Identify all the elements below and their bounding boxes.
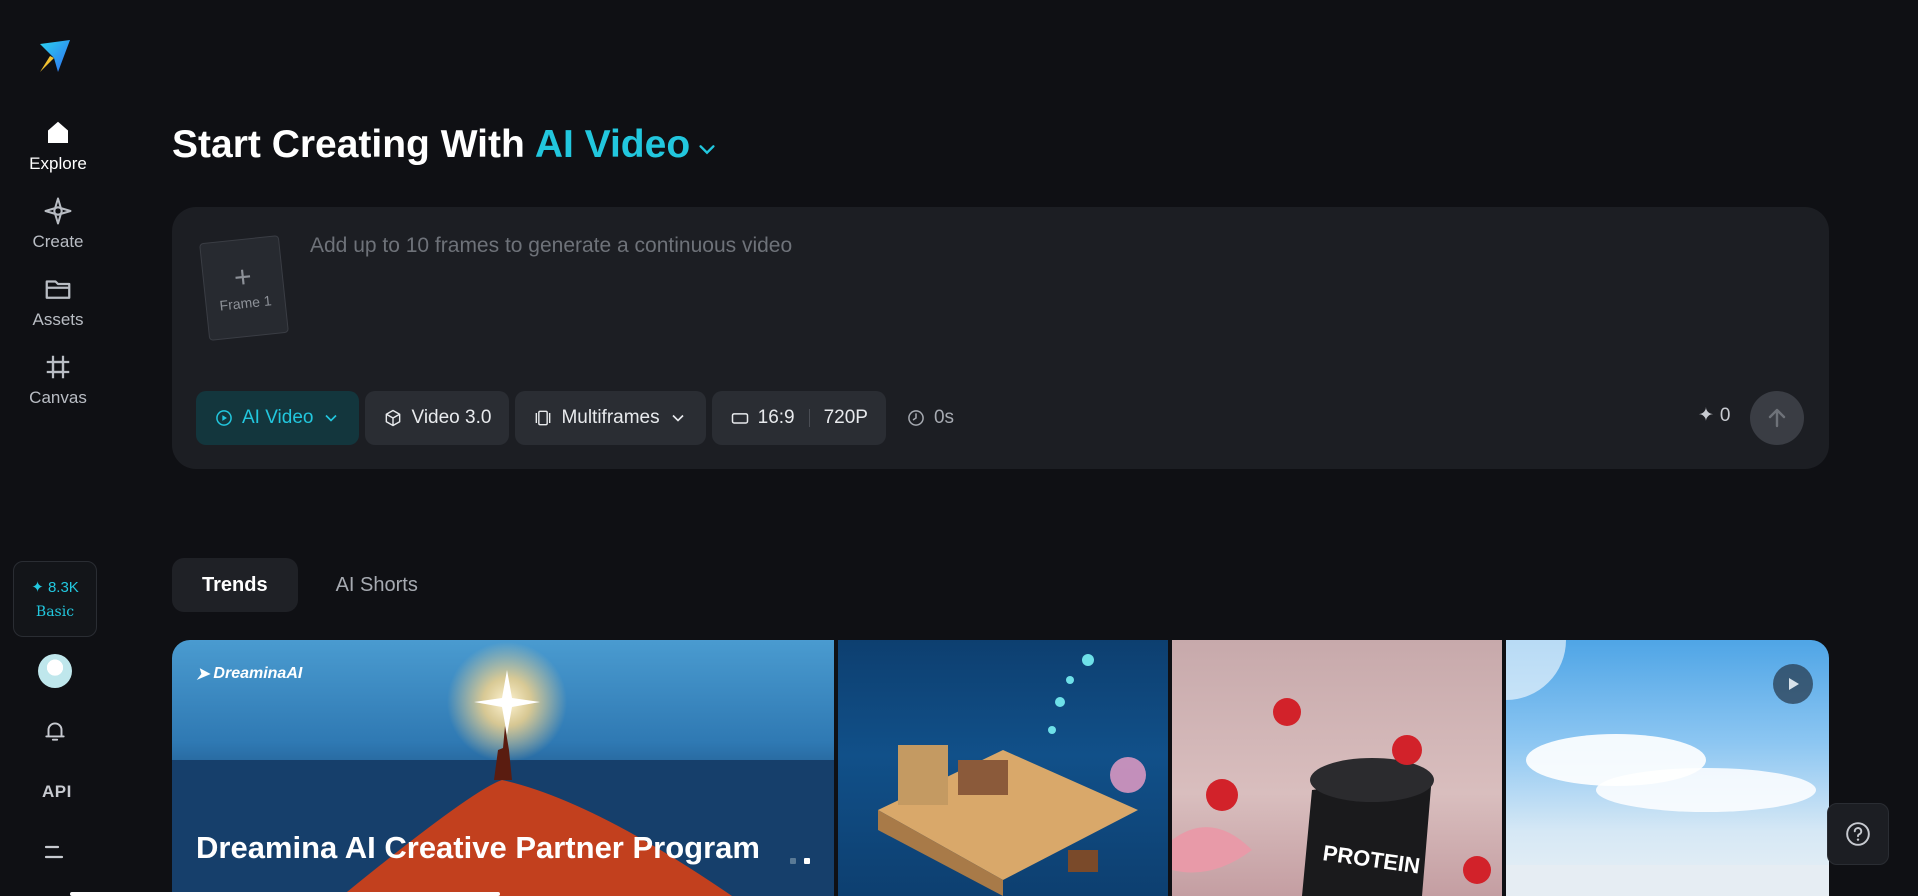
chevron-down-icon[interactable]: [696, 139, 718, 161]
resolution-label: 720P: [823, 407, 868, 428]
sidebar-item-label: Explore: [29, 154, 87, 173]
sidebar-item-assets[interactable]: Assets: [0, 274, 116, 330]
model-dropdown[interactable]: Video 3.0: [365, 391, 510, 445]
chevron-down-icon: [672, 414, 684, 422]
tab-trends[interactable]: Trends: [172, 558, 298, 612]
dreamina-brand: ➤ DreaminaAI: [196, 664, 302, 684]
page-title: Start Creating With AI Video: [172, 123, 718, 167]
arrow-up-icon: [1768, 408, 1786, 428]
sidebar-item-explore[interactable]: Explore: [0, 118, 116, 174]
composer-toolbar: AI Video Video 3.0 Multiframes 16:9 720P…: [196, 391, 968, 445]
sidebar: Explore Create Assets Canvas ✦ 8.3K Basi…: [0, 0, 108, 896]
frames-mode-dropdown[interactable]: Multiframes: [515, 391, 706, 445]
duration-label: 0s: [933, 407, 955, 428]
mode-dropdown[interactable]: AI Video: [196, 391, 360, 445]
gallery-card-protein[interactable]: PROTEIN: [1172, 640, 1502, 896]
dreamina-logo-icon[interactable]: [36, 36, 76, 76]
avatar[interactable]: [38, 654, 72, 688]
gallery-card-sky[interactable]: [1506, 640, 1829, 896]
ratio-label: 16:9: [757, 407, 795, 428]
tab-ai-shorts[interactable]: AI Shorts: [306, 558, 448, 612]
menu-icon[interactable]: [42, 842, 66, 862]
banner-title: Dreamina AI Creative Partner Program: [196, 830, 760, 865]
trends-gallery: ➤ DreaminaAI Dreamina AI Creative Partne…: [172, 640, 1829, 896]
plus-icon: +: [232, 260, 254, 295]
credits-value: ✦ 8.3K: [31, 579, 79, 596]
mode-label: AI Video: [242, 407, 314, 428]
cube-icon: [386, 409, 401, 427]
horizontal-scrollbar[interactable]: [70, 892, 500, 896]
composer-panel: + Frame 1 Add up to 10 frames to generat…: [172, 207, 1829, 469]
aspect-ratio-icon: [731, 413, 748, 424]
sidebar-item-canvas[interactable]: Canvas: [0, 352, 116, 408]
feed-tabs: Trends AI Shorts: [172, 558, 448, 612]
mode-selector[interactable]: AI Video: [535, 123, 690, 167]
folder-icon: [45, 280, 71, 299]
generate-button[interactable]: [1750, 391, 1804, 445]
frame-grid-icon: [46, 355, 70, 379]
protein-tub-image: PROTEIN: [1172, 698, 1491, 896]
bell-icon[interactable]: [42, 718, 68, 744]
credit-cost: ✦ 0: [1698, 404, 1731, 427]
dreamina-brand-text: DreaminaAI: [213, 665, 303, 682]
play-icon: [1789, 678, 1799, 690]
prompt-input[interactable]: Add up to 10 frames to generate a contin…: [310, 234, 792, 258]
credit-cost-value: 0: [1719, 404, 1731, 426]
help-button[interactable]: [1827, 803, 1889, 865]
carousel-dot-active[interactable]: [804, 858, 810, 864]
sparkle-icon: [44, 197, 72, 225]
dreamina-logo-icon: ➤: [196, 666, 210, 683]
question-icon: [1846, 822, 1870, 846]
frames-mode-label: Multiframes: [561, 407, 660, 428]
sidebar-item-label: Assets: [32, 310, 84, 329]
clock-icon: [908, 410, 924, 426]
multiframe-icon: [536, 410, 551, 426]
api-link[interactable]: API: [42, 782, 72, 802]
frame-label: Frame 1: [218, 292, 273, 314]
promo-banner[interactable]: ➤ DreaminaAI Dreamina AI Creative Partne…: [172, 640, 834, 896]
isometric-ruins-image: [878, 654, 1146, 896]
page-title-prefix: Start Creating With: [172, 123, 525, 166]
plan-tier: Basic: [35, 604, 75, 620]
home-icon: [48, 121, 68, 143]
divider: [808, 409, 810, 427]
carousel-dot[interactable]: [790, 858, 796, 864]
credits-badge[interactable]: ✦ 8.3K Basic: [13, 561, 97, 637]
sidebar-item-label: Create: [32, 232, 84, 251]
sidebar-item-label: Canvas: [29, 388, 87, 407]
video-sparkle-icon: [216, 410, 232, 426]
duration-button[interactable]: 0s: [892, 391, 968, 445]
add-frame-button[interactable]: + Frame 1: [199, 235, 289, 341]
carousel-dots: [790, 858, 810, 864]
model-label: Video 3.0: [411, 407, 492, 428]
sparkle-icon: ✦: [1698, 405, 1714, 426]
play-button[interactable]: [1773, 664, 1813, 704]
gallery-card-isometric-ruins[interactable]: [838, 640, 1168, 896]
chevron-down-icon: [325, 414, 338, 422]
sidebar-item-create[interactable]: Create: [0, 196, 116, 252]
aspect-resolution-button[interactable]: 16:9 720P: [711, 391, 886, 445]
